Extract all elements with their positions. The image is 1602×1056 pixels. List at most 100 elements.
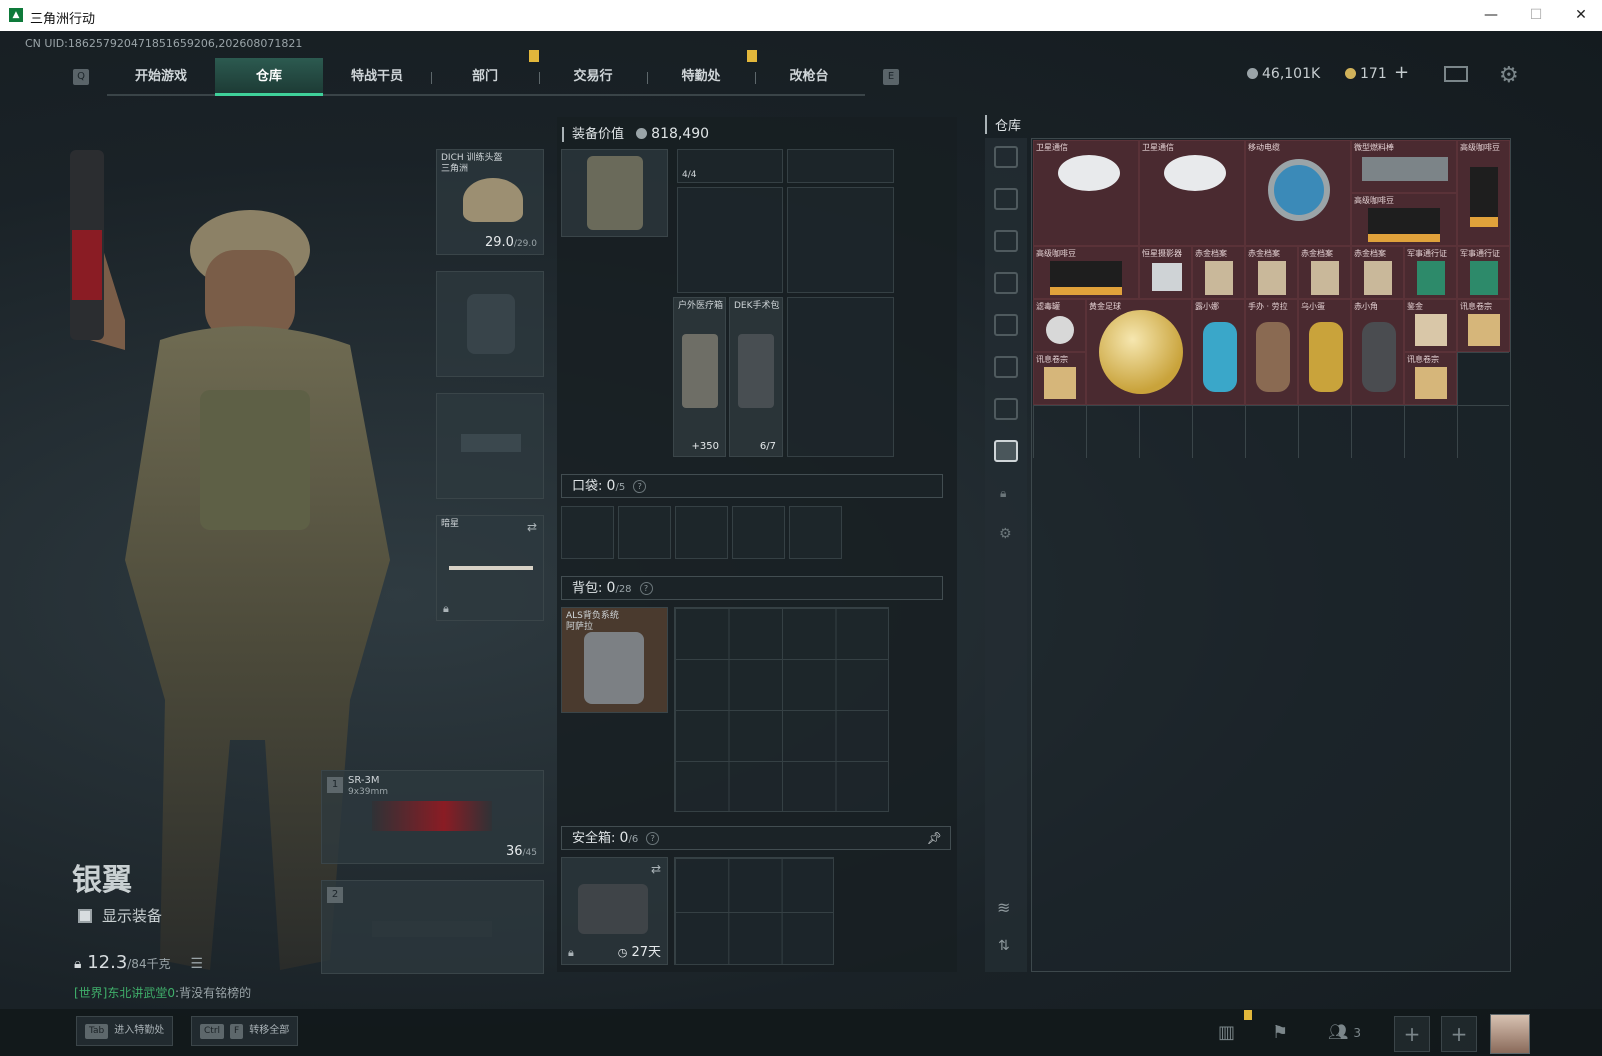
chest-rig-item[interactable] xyxy=(561,149,668,237)
list-icon[interactable]: ☰ xyxy=(190,956,203,972)
warehouse-item[interactable]: 移动电缆 xyxy=(1245,140,1351,246)
warehouse-item[interactable]: 赤金档案 xyxy=(1245,246,1298,299)
tab-warehouse[interactable]: 仓库 xyxy=(215,58,323,96)
warehouse-item[interactable]: 赤金档案 xyxy=(1298,246,1351,299)
warehouse-item[interactable]: 高级咖啡豆 xyxy=(1033,246,1139,299)
slot-index: 2 xyxy=(327,887,343,903)
warehouse-item[interactable]: 高级咖啡豆 xyxy=(1351,193,1457,246)
player-avatar[interactable] xyxy=(1490,1014,1530,1054)
lock-icon: 🔒︎ xyxy=(443,602,449,615)
backpack-grid[interactable] xyxy=(674,607,889,812)
warehouse-item[interactable]: 露小娜 xyxy=(1192,299,1245,405)
warehouse-item[interactable]: 鉴金 xyxy=(1404,299,1457,352)
pocket-slot[interactable] xyxy=(675,506,728,559)
warehouse-item[interactable]: 卫星通信 xyxy=(1033,140,1139,246)
maximize-button[interactable]: ☐ xyxy=(1521,4,1551,26)
tab-gunsmith[interactable]: 改枪台 xyxy=(755,58,863,96)
warehouse-item[interactable]: 手办 · 劳拉 xyxy=(1245,299,1298,405)
pocket-slot[interactable] xyxy=(561,506,614,559)
world-chat[interactable]: [世界]东北讲武堂0:背没有铭榜的 xyxy=(74,984,251,1001)
warehouse-item[interactable]: 赤金档案 xyxy=(1192,246,1245,299)
warehouse-item[interactable]: 讯息卷宗 xyxy=(1033,352,1086,405)
invite-slot-button[interactable]: + xyxy=(1394,1016,1430,1052)
warehouse-item[interactable]: 黄金足球 xyxy=(1086,299,1192,405)
safebox-grid[interactable] xyxy=(674,857,834,965)
window-titlebar: ▲ 三角洲行动 — ☐ ✕ xyxy=(0,0,1602,31)
rig-container[interactable]: 4/4 xyxy=(677,149,783,183)
checkbox-icon[interactable] xyxy=(78,909,92,923)
transfer-all-hotkey[interactable]: Ctrl F 转移全部 xyxy=(191,1016,299,1046)
layers-icon[interactable]: ≋ xyxy=(997,898,1010,917)
warehouse-item[interactable]: 乌小蛋 xyxy=(1298,299,1351,405)
help-icon[interactable]: ? xyxy=(646,832,660,845)
warehouse-page-6-icon[interactable] xyxy=(994,398,1018,420)
warehouse-item[interactable]: 讯息卷宗 xyxy=(1404,352,1457,405)
melee-slot[interactable]: 暗星 ⇄ 🔒︎ xyxy=(436,515,544,621)
rig-grid[interactable] xyxy=(677,187,783,293)
lock-icon: 🔒︎ xyxy=(568,946,574,959)
enter-special-ops-hotkey[interactable]: Tab 进入特勤处 xyxy=(76,1016,174,1046)
backpack-item[interactable]: ALS背负系统 阿萨拉 xyxy=(561,607,668,713)
tab-start-game[interactable]: 开始游戏 xyxy=(107,58,215,96)
tab-special-ops[interactable]: 特勤处 xyxy=(647,58,755,96)
sort-icon[interactable]: ⇅ xyxy=(998,938,1010,954)
warehouse-page-3-icon[interactable] xyxy=(994,272,1018,294)
close-button[interactable]: ✕ xyxy=(1566,4,1596,26)
settings-gear-icon[interactable]: ⚙ xyxy=(1499,63,1519,88)
primary-weapon-slot[interactable]: 1 SR-3M 9x39mm 36/45 xyxy=(321,770,544,864)
rig-grid[interactable] xyxy=(787,187,894,293)
swap-icon[interactable]: ⇄ xyxy=(527,520,537,534)
surgery-kit-item[interactable]: DEK手术包 6/7 xyxy=(729,297,783,457)
pistol-slot[interactable] xyxy=(436,393,544,499)
help-icon[interactable]: ? xyxy=(639,582,653,595)
warehouse-all-icon[interactable] xyxy=(994,146,1018,168)
currency-premium: 171 xyxy=(1345,66,1387,82)
tab-trading[interactable]: 交易行 xyxy=(539,58,647,96)
warehouse-item[interactable]: 高级咖啡豆 xyxy=(1457,140,1510,246)
prev-tab-key[interactable]: Q xyxy=(73,69,89,85)
minimize-button[interactable]: — xyxy=(1476,4,1506,26)
rig-grid[interactable] xyxy=(787,149,894,183)
warehouse-item[interactable]: 赤小角 xyxy=(1351,299,1404,405)
warehouse-item[interactable]: 卫星通信 xyxy=(1139,140,1245,246)
stats-chart-icon[interactable]: ▥ xyxy=(1218,1022,1235,1043)
friends-icon[interactable]: 👥︎ 3 xyxy=(1328,1022,1361,1041)
add-currency-button[interactable]: + xyxy=(1394,62,1409,83)
warehouse-page-7-icon[interactable] xyxy=(994,440,1018,462)
tab-alert-marker xyxy=(529,50,539,62)
medkit-item[interactable]: 户外医疗箱 +350 xyxy=(673,297,726,457)
safebox-item[interactable]: ⇄ 🔒︎ ◷ 27天 xyxy=(561,857,668,965)
warehouse-page-5-icon[interactable] xyxy=(994,356,1018,378)
tab-department[interactable]: 部门 xyxy=(431,58,539,96)
help-icon[interactable]: ? xyxy=(633,480,647,493)
main-nav: 开始游戏 仓库 特战干员 部门 交易行 特勤处 改枪台 xyxy=(107,50,865,96)
next-tab-key[interactable]: E xyxy=(883,69,899,85)
rifle-image xyxy=(372,801,492,831)
warehouse-item[interactable]: 微型燃料棒 xyxy=(1351,140,1457,193)
warehouse-item[interactable]: 滤毒罐 xyxy=(1033,299,1086,352)
swap-icon[interactable]: ⇄ xyxy=(651,862,661,876)
flag-icon[interactable]: ⚑ xyxy=(1272,1022,1288,1043)
warehouse-page-2-icon[interactable] xyxy=(994,230,1018,252)
warehouse-page-1-icon[interactable] xyxy=(994,188,1018,210)
slot-index: 1 xyxy=(327,777,343,793)
warehouse-item[interactable]: 赤金档案 xyxy=(1351,246,1404,299)
pocket-slot[interactable] xyxy=(618,506,671,559)
armor-slot[interactable] xyxy=(436,271,544,377)
warehouse-item[interactable]: 恒星摄影器 xyxy=(1139,246,1192,299)
settings-gear-icon[interactable]: ⚙ xyxy=(999,526,1012,542)
mail-icon[interactable] xyxy=(1444,66,1468,82)
warehouse-page-4-icon[interactable] xyxy=(994,314,1018,336)
warehouse-item[interactable]: 讯息卷宗 xyxy=(1457,299,1510,352)
pocket-slot[interactable] xyxy=(789,506,842,559)
helmet-slot[interactable]: DICH 训练头盔 三角洲 29.0/29.0 xyxy=(436,149,544,255)
tab-operators[interactable]: 特战干员 xyxy=(323,58,431,96)
show-equipment-toggle[interactable]: 显示装备 xyxy=(78,905,162,926)
pocket-slot[interactable] xyxy=(732,506,785,559)
warehouse-item[interactable]: 军事通行证 xyxy=(1404,246,1457,299)
rig-grid[interactable] xyxy=(787,297,894,457)
pin-icon[interactable]: 📌︎ xyxy=(927,827,942,849)
invite-slot-button[interactable]: + xyxy=(1441,1016,1477,1052)
warehouse-item[interactable]: 军事通行证 xyxy=(1457,246,1510,299)
secondary-weapon-slot[interactable]: 2 xyxy=(321,880,544,974)
